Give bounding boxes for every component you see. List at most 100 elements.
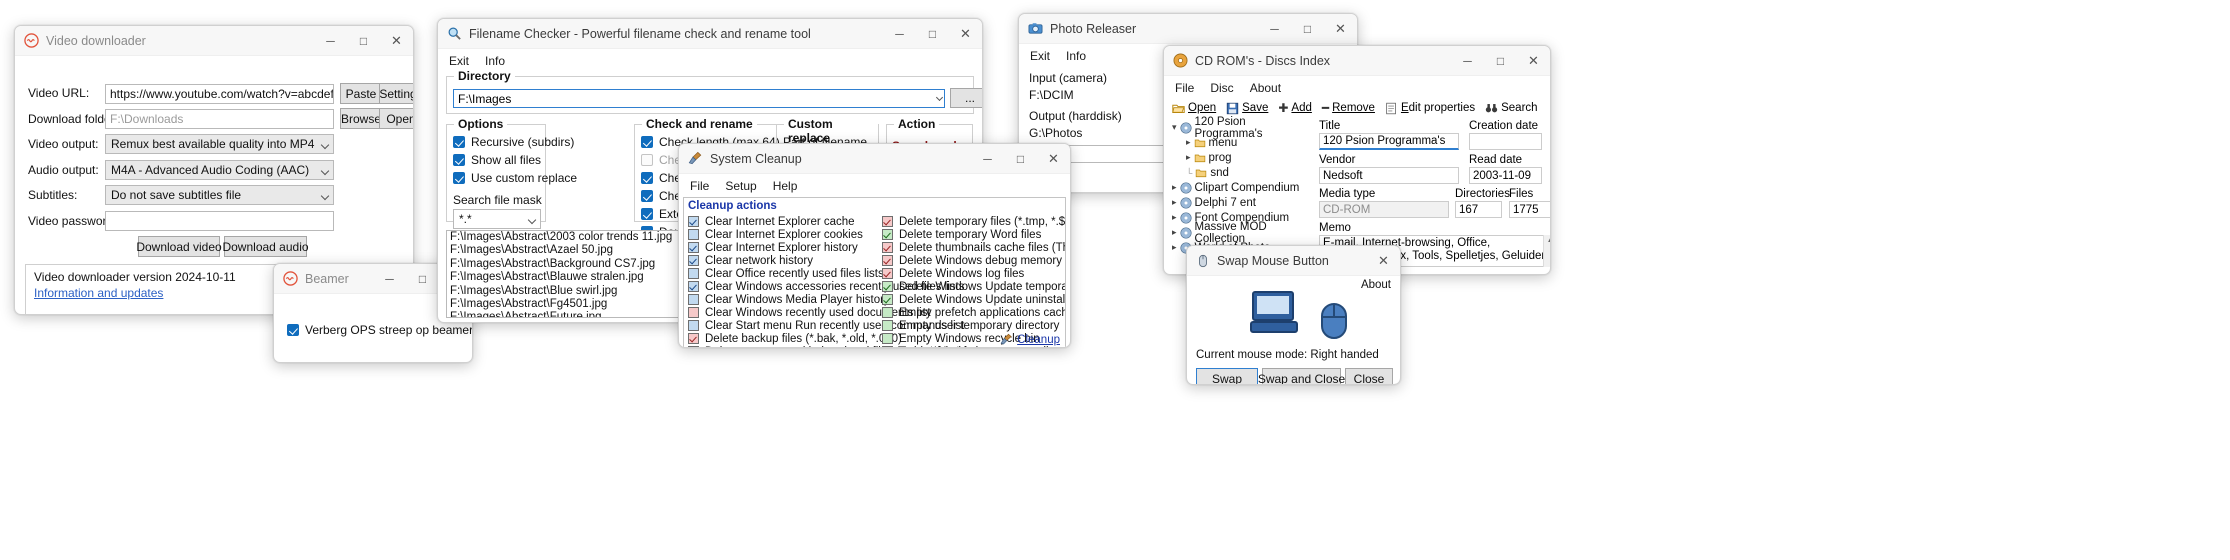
video-url-input[interactable]: https://www.youtube.com/watch?v=abcdefg [105, 84, 334, 104]
maximize-button[interactable]: □ [406, 264, 439, 294]
about-link[interactable]: About [1361, 279, 1391, 291]
subtitles-select[interactable]: Do not save subtitles file [105, 185, 334, 205]
cleanup-item[interactable]: Delete temporary files (*.tmp, *.$$$, *.… [882, 215, 1065, 228]
chevron-right-icon[interactable]: ▸ [1172, 227, 1177, 238]
scroll-up-icon[interactable]: ▲ [1544, 235, 1550, 244]
audio-output-select[interactable]: M4A - Advanced Audio Coding (AAC) [105, 160, 334, 180]
close-button[interactable]: ✕ [1367, 246, 1400, 276]
minimize-button[interactable]: ─ [1258, 14, 1291, 44]
cleanup-button[interactable]: Cleanup [1000, 333, 1060, 346]
directory-browse-button[interactable]: ... [950, 88, 982, 108]
paste-button[interactable]: Paste [340, 83, 382, 104]
title-input[interactable]: 120 Psion Programma's [1319, 133, 1459, 150]
menu-about[interactable]: About [1250, 81, 1281, 95]
swap-mouse-window[interactable]: Swap Mouse Button ✕ About Current mouse … [1186, 245, 1401, 385]
menu-setup[interactable]: Setup [725, 179, 756, 193]
close-button[interactable]: ✕ [1517, 46, 1550, 76]
chevron-right-icon[interactable]: ▸ [1172, 212, 1177, 223]
search-button[interactable]: Search [1485, 102, 1538, 115]
maximize-button[interactable]: □ [1004, 144, 1037, 174]
menu-file[interactable]: File [1175, 81, 1194, 95]
chevron-right-icon[interactable]: ▸ [1172, 182, 1177, 193]
disc-tree[interactable]: ▾ 120 Psion Programma's ▸ menu ▸ prog └ [1172, 116, 1312, 262]
search-file-mask-select[interactable]: *.* [453, 209, 541, 229]
cd-index-window[interactable]: CD ROM's - Discs Index ─ □ ✕ File Disc A… [1163, 45, 1551, 275]
minimize-button[interactable]: ─ [1451, 46, 1484, 76]
cleanup-item[interactable]: Empty prefetch applications cache [882, 306, 1065, 319]
browse-button[interactable]: Browse [340, 108, 382, 129]
tree-item-folder[interactable]: ▸ prog [1172, 150, 1312, 165]
download-audio-button[interactable]: Download audio [222, 236, 309, 257]
video-downloader-titlebar[interactable]: Video downloader ─ □ ✕ [15, 26, 413, 56]
menu-file[interactable]: File [690, 179, 709, 193]
chevron-right-icon[interactable]: ▸ [1186, 137, 1191, 148]
tree-item-disc[interactable]: ▸ Delphi 7 ent [1172, 195, 1312, 210]
maximize-button[interactable]: □ [1291, 14, 1324, 44]
minimize-button[interactable]: ─ [883, 19, 916, 49]
read-date-input[interactable]: 2003-11-09 [1469, 167, 1542, 184]
creation-date-input[interactable] [1469, 133, 1542, 150]
save-button[interactable]: Save [1226, 102, 1268, 115]
edit-properties-button[interactable]: EEdit propertiesdit properties [1385, 102, 1475, 115]
open-button[interactable]: Open [1172, 102, 1216, 115]
tree-item-disc[interactable]: ▸ Clipart Compendium [1172, 180, 1312, 195]
download-folder-input[interactable]: F:\Downloads [105, 109, 334, 129]
cleanup-item[interactable]: Delete Windows log files [882, 267, 1065, 280]
settings-button[interactable]: Settings [379, 83, 413, 104]
cleanup-item[interactable]: Empty user temporary directory [882, 319, 1065, 332]
cd-index-titlebar[interactable]: CD ROM's - Discs Index ─ □ ✕ [1164, 46, 1550, 76]
close-dialog-button[interactable]: Close [1345, 368, 1393, 384]
chevron-right-icon[interactable]: ▸ [1172, 242, 1177, 253]
menu-disc[interactable]: Disc [1210, 81, 1233, 95]
swap-button[interactable]: Swap [1196, 368, 1258, 384]
minimize-button[interactable]: ─ [314, 26, 347, 56]
maximize-button[interactable]: □ [1484, 46, 1517, 76]
maximize-button[interactable]: □ [347, 26, 380, 56]
chevron-right-icon[interactable]: ▸ [1172, 197, 1177, 208]
hide-ops-stripe-checkbox[interactable]: Verberg OPS streep op beamerscherm [287, 323, 472, 337]
menu-exit[interactable]: Exit [1030, 49, 1050, 63]
directory-dropdown-icon[interactable] [933, 89, 945, 108]
close-button[interactable]: ✕ [949, 19, 982, 49]
cleanup-item[interactable]: Delete Windows Update uninstall informat… [882, 293, 1065, 306]
memo-scrollbar[interactable]: ▲ [1543, 235, 1550, 267]
option-recursive[interactable]: Recursive (subdirs) [453, 135, 574, 149]
option-show-all-files[interactable]: Show all files [453, 153, 541, 167]
menu-info[interactable]: Info [485, 54, 505, 68]
minimize-button[interactable]: ─ [373, 264, 406, 294]
close-button[interactable]: ✕ [1324, 14, 1357, 44]
add-button[interactable]: ✚ Add [1278, 101, 1312, 115]
maximize-button[interactable]: □ [916, 19, 949, 49]
menu-help[interactable]: Help [773, 179, 798, 193]
files-input[interactable]: 1775 [1509, 201, 1550, 218]
tree-item-folder[interactable]: └ snd [1172, 165, 1312, 180]
video-password-input[interactable] [105, 211, 334, 231]
menu-info[interactable]: Info [1066, 49, 1086, 63]
cleanup-item[interactable]: Delete Windows Update temporary files [882, 280, 1065, 293]
remove-button[interactable]: ━ Remove [1322, 101, 1375, 115]
chevron-down-icon[interactable]: ▾ [1172, 122, 1177, 133]
close-button[interactable]: ✕ [1037, 144, 1070, 174]
photo-releaser-titlebar[interactable]: Photo Releaser ─ □ ✕ [1019, 14, 1357, 44]
menu-exit[interactable]: Exit [449, 54, 469, 68]
chevron-right-icon[interactable]: ▸ [1186, 152, 1191, 163]
system-cleanup-titlebar[interactable]: System Cleanup ─ □ ✕ [679, 144, 1070, 174]
close-button[interactable]: ✕ [380, 26, 413, 56]
system-cleanup-window[interactable]: System Cleanup ─ □ ✕ File Setup Help Cle… [678, 143, 1071, 348]
filename-checker-titlebar[interactable]: Filename Checker - Powerful filename che… [438, 19, 982, 49]
option-use-custom-replace[interactable]: Use custom replace [453, 171, 577, 185]
vendor-input[interactable]: Nedsoft [1319, 167, 1459, 184]
tree-item-disc[interactable]: ▸ Massive MOD Collection [1172, 221, 1312, 245]
directory-input[interactable]: F:\Images [453, 89, 945, 108]
information-updates-link[interactable]: Information and updates [34, 286, 163, 300]
tree-item-disc[interactable]: ▾ 120 Psion Programma's [1172, 116, 1312, 140]
swap-mouse-titlebar[interactable]: Swap Mouse Button ✕ [1187, 246, 1400, 276]
cleanup-item[interactable]: Delete Windows debug memory dump files [882, 254, 1065, 267]
video-output-select[interactable]: Remux best available quality into MP4 [105, 134, 334, 154]
swap-and-close-button[interactable]: Swap and Close [1258, 368, 1345, 384]
cleanup-item[interactable]: Delete thumbnails cache files (Thumbs.db… [882, 241, 1065, 254]
open-button[interactable]: Open [379, 108, 413, 129]
cleanup-item[interactable]: Delete temporary Word files [882, 228, 1065, 241]
minimize-button[interactable]: ─ [971, 144, 1004, 174]
directories-input[interactable]: 167 [1455, 201, 1502, 218]
